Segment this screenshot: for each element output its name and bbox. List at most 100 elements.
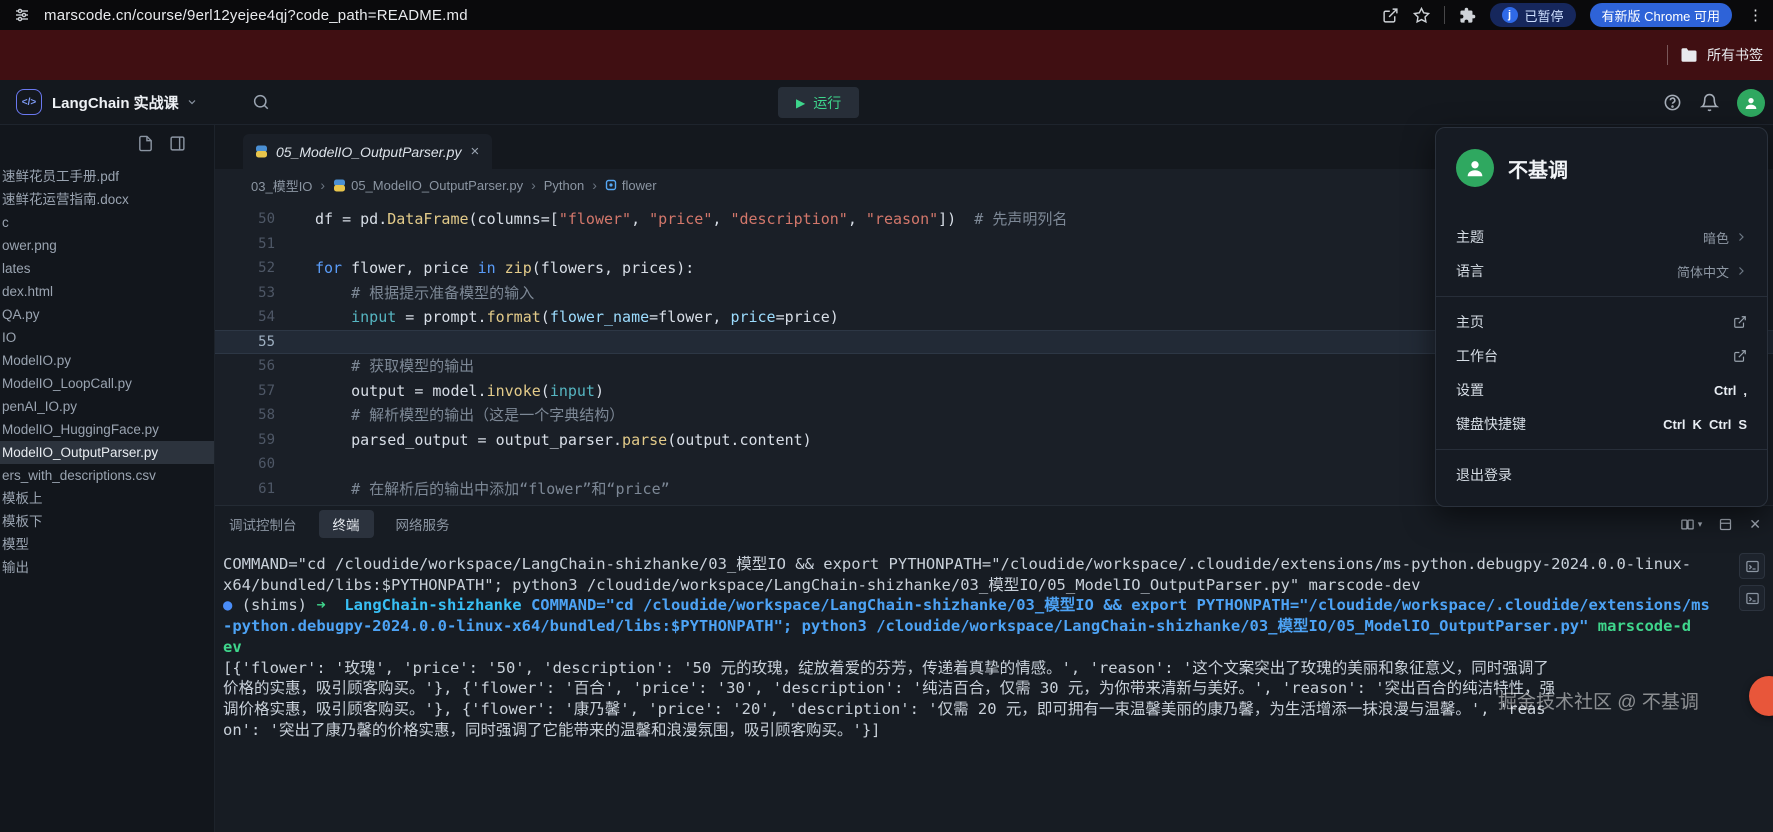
menu-divider — [1436, 296, 1767, 297]
menu-divider — [1436, 449, 1767, 450]
toolbar-divider — [1444, 6, 1445, 24]
terminal-line: on': '突出了康乃馨的价格实惠，同时强调了它能带来的温馨和浪漫氛围，吸引顾客… — [223, 720, 1765, 741]
terminal[interactable]: COMMAND="cd /cloudide/workspace/LangChai… — [215, 542, 1773, 832]
search-button[interactable] — [252, 93, 270, 111]
chrome-update-badge[interactable]: 有新版 Chrome 可用 — [1590, 3, 1732, 27]
menu-item-workspace[interactable]: 工作台 — [1436, 339, 1767, 373]
chevron-down-icon: ▾ — [1698, 519, 1703, 530]
terminal-line: 调价格实惠，吸引顾客购买。'}, {'flower': '康乃馨', 'pric… — [223, 699, 1765, 720]
close-panel-icon[interactable]: ✕ — [1749, 516, 1761, 533]
external-link-icon — [1733, 349, 1747, 363]
file-item[interactable]: ModelIO.py — [0, 349, 214, 372]
user-menu-items: 主题暗色语言简体中文主页工作台设置Ctrl,键盘快捷键CtrlKCtrlS 退出登… — [1436, 220, 1767, 492]
extensions-puzzle-icon[interactable] — [1459, 7, 1476, 24]
breadcrumb-item[interactable]: flower — [605, 178, 657, 193]
menu-item-home[interactable]: 主页 — [1436, 305, 1767, 339]
terminal-line: ev — [223, 637, 1765, 658]
paused-badge-label: 已暂停 — [1525, 6, 1564, 25]
terminal-action-button-2[interactable] — [1739, 585, 1765, 611]
bookmarks-bar: 所有书签 — [0, 30, 1773, 80]
file-item[interactable]: lates — [0, 257, 214, 280]
file-explorer: 速鲜花员工手册.pdf速鲜花运营指南.docxcower.pnglatesdex… — [0, 125, 215, 832]
bottom-panel: 调试控制台 终端 网络服务 ▾ ✕ COMMAND="cd /cloudide/wo… — [215, 505, 1773, 832]
panel-tab-network[interactable]: 网络服务 — [396, 514, 450, 534]
all-bookmarks-button[interactable]: 所有书签 — [1680, 45, 1763, 65]
file-item[interactable]: ModelIO_OutputParser.py — [0, 441, 214, 464]
open-panel-icon[interactable] — [169, 135, 186, 152]
menu-item-theme[interactable]: 主题暗色 — [1436, 220, 1767, 254]
terminal-line: -python.debugpy-2024.0.0-linux-x64/bundl… — [223, 616, 1765, 637]
file-item[interactable]: 模型 — [0, 533, 214, 556]
file-item[interactable]: 模板下 — [0, 510, 214, 533]
terminal-line: x64/bundled/libs:$PYTHONPATH"; python3 /… — [223, 575, 1765, 596]
star-icon[interactable] — [1413, 7, 1430, 24]
panel-tabs-list: 调试控制台 终端 网络服务 — [229, 510, 450, 538]
url-bar[interactable]: marscode.cn/course/9erl12yejee4qj?code_p… — [44, 7, 468, 24]
file-item[interactable]: 输出 — [0, 556, 214, 579]
terminal-line: COMMAND="cd /cloudide/workspace/LangChai… — [223, 554, 1765, 575]
python-icon — [255, 145, 268, 158]
chevron-right-icon — [1735, 265, 1747, 277]
maximize-panel-icon[interactable] — [1718, 517, 1733, 532]
menu-item-logout[interactable]: 退出登录 — [1436, 458, 1767, 492]
panel-tab-terminal[interactable]: 终端 — [319, 510, 374, 538]
file-item[interactable]: 模板上 — [0, 487, 214, 510]
menu-item-settings[interactable]: 设置Ctrl, — [1436, 373, 1767, 407]
play-icon: ▶ — [796, 97, 805, 109]
terminal-line: 价格的实惠，吸引顾客购买。'}, {'flower': '百合', 'price… — [223, 678, 1765, 699]
file-item[interactable]: ModelIO_HuggingFace.py — [0, 418, 214, 441]
help-icon[interactable] — [1663, 93, 1682, 112]
marscode-logo[interactable]: </> — [16, 89, 42, 115]
file-item[interactable]: QA.py — [0, 303, 214, 326]
split-terminal-icon[interactable]: ▾ — [1680, 517, 1703, 532]
terminal-action-button[interactable] — [1739, 553, 1765, 579]
file-item[interactable]: 速鲜花员工手册.pdf — [0, 165, 214, 188]
file-tree: 速鲜花员工手册.pdf速鲜花运营指南.docxcower.pnglatesdex… — [0, 161, 214, 579]
bell-icon[interactable] — [1700, 93, 1719, 112]
breadcrumb-item[interactable]: 05_ModelIO_OutputParser.py — [333, 178, 523, 193]
breadcrumb-items: 03_模型IO › 05_ModelIO_OutputParser.py › Pytho… — [251, 176, 657, 195]
chevron-down-icon[interactable] — [186, 96, 198, 108]
editor-tab[interactable]: 05_ModelIO_OutputParser.py × — [243, 134, 492, 169]
external-link-icon — [1733, 315, 1747, 329]
breadcrumb-separator: › — [320, 177, 325, 193]
breadcrumb-item[interactable]: Python — [544, 178, 584, 193]
breadcrumb-item[interactable]: 03_模型IO — [251, 176, 312, 195]
file-item[interactable]: c — [0, 211, 214, 234]
terminal-line: ● (shims) ➜ LangChain-shizhanke COMMAND=… — [223, 595, 1765, 616]
breadcrumb-separator: › — [592, 177, 597, 193]
sidebar-actions — [0, 125, 214, 161]
menu-item-language[interactable]: 语言简体中文 — [1436, 254, 1767, 288]
debugger-paused-badge[interactable]: j 已暂停 — [1490, 3, 1576, 27]
file-item[interactable]: ower.png — [0, 234, 214, 257]
menu-item-shortcuts[interactable]: 键盘快捷键CtrlKCtrlS — [1436, 407, 1767, 441]
chevron-right-icon — [1735, 231, 1747, 243]
kebab-menu-icon[interactable]: ⋮ — [1746, 6, 1765, 24]
file-item[interactable]: dex.html — [0, 280, 214, 303]
user-avatar — [1456, 149, 1494, 187]
file-item[interactable]: penAI_IO.py — [0, 395, 214, 418]
download-file-icon[interactable] — [137, 135, 154, 152]
sliders-icon[interactable] — [14, 7, 30, 23]
update-badge-label: 有新版 Chrome 可用 — [1602, 6, 1720, 25]
course-title: LangChain 实战课 — [52, 92, 179, 113]
python-icon — [333, 179, 346, 192]
run-button[interactable]: ▶ 运行 — [778, 87, 859, 118]
breadcrumb-separator: › — [531, 177, 536, 193]
terminal-lines: COMMAND="cd /cloudide/workspace/LangChai… — [223, 554, 1765, 740]
folder-icon — [1680, 46, 1698, 64]
panel-tab-debug-console[interactable]: 调试控制台 — [229, 514, 297, 534]
file-item[interactable]: 速鲜花运营指南.docx — [0, 188, 214, 211]
file-item[interactable]: ModelIO_LoopCall.py — [0, 372, 214, 395]
all-bookmarks-label: 所有书签 — [1707, 45, 1763, 65]
avatar[interactable] — [1737, 89, 1765, 117]
tab-label: 05_ModelIO_OutputParser.py — [276, 144, 461, 160]
browser-toolbar: marscode.cn/course/9erl12yejee4qj?code_p… — [0, 0, 1773, 30]
tab-close-icon[interactable]: × — [469, 144, 480, 159]
run-label: 运行 — [813, 93, 841, 113]
panel-tabbar: 调试控制台 终端 网络服务 ▾ ✕ — [215, 506, 1773, 542]
username: 不基调 — [1508, 154, 1568, 183]
file-item[interactable]: ers_with_descriptions.csv — [0, 464, 214, 487]
share-icon[interactable] — [1382, 7, 1399, 24]
file-item[interactable]: IO — [0, 326, 214, 349]
